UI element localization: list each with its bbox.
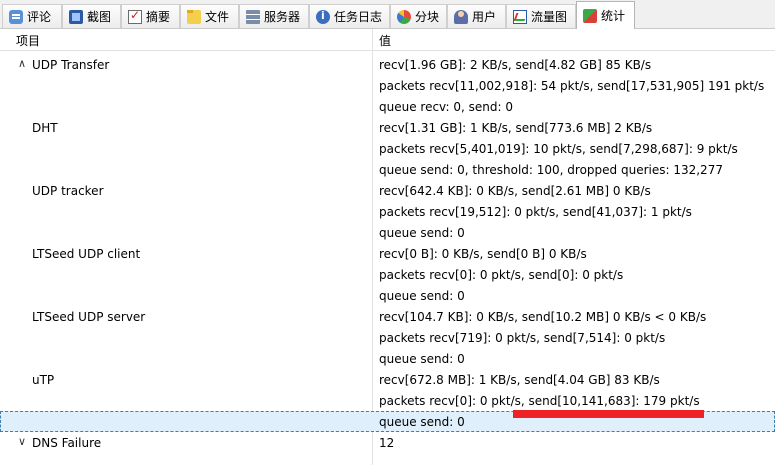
row-item: DNS Failure bbox=[32, 436, 102, 450]
tab-label: 评论 bbox=[27, 10, 52, 24]
row-value: recv[642.4 KB]: 0 KB/s, send[2.61 MB] 0 … bbox=[379, 184, 651, 198]
stats-icon bbox=[583, 8, 597, 23]
table-row[interactable]: LTSeed UDP client recv[0 B]: 0 KB/s, sen… bbox=[0, 243, 775, 264]
row-value: recv[104.7 KB]: 0 KB/s, send[10.2 MB] 0 … bbox=[379, 310, 707, 324]
row-item: DHT bbox=[32, 121, 58, 135]
row-value: packets recv[19,512]: 0 pkt/s, send[41,0… bbox=[379, 205, 692, 219]
row-value: packets recv[11,002,918]: 54 pkt/s, send… bbox=[379, 79, 765, 93]
graph-icon bbox=[513, 9, 527, 24]
tab-bar: 评论 截图 摘要 文件 服务器 任务日志 分块 用户 流量图 统计 bbox=[0, 0, 775, 29]
expand-arrow-icon[interactable]: ∨ bbox=[16, 435, 28, 449]
tab-task-log[interactable]: 任务日志 bbox=[309, 4, 390, 28]
table-row[interactable]: packets recv[0]: 0 pkt/s, send[10,141,68… bbox=[0, 390, 775, 411]
row-value: packets recv[719]: 0 pkt/s, send[7,514]:… bbox=[379, 331, 666, 345]
log-icon bbox=[316, 9, 330, 24]
table-row[interactable]: queue send: 0 bbox=[0, 285, 775, 306]
table-row[interactable]: ∨ DNS Failure 12 bbox=[0, 432, 775, 453]
row-value: recv[1.31 GB]: 1 KB/s, send[773.6 MB] 2 … bbox=[379, 121, 653, 135]
table-row[interactable]: ∧ UDP Transfer recv[1.96 GB]: 2 KB/s, se… bbox=[0, 54, 775, 75]
tab-label: 服务器 bbox=[264, 10, 301, 24]
row-value: packets recv[5,401,019]: 10 pkt/s, send[… bbox=[379, 142, 738, 156]
table-row[interactable]: packets recv[0]: 0 pkt/s, send[0]: 0 pkt… bbox=[0, 264, 775, 285]
red-highlight-mark bbox=[513, 410, 704, 418]
row-item: uTP bbox=[32, 373, 55, 387]
row-value: queue send: 0 bbox=[379, 415, 465, 429]
tab-files[interactable]: 文件 bbox=[180, 4, 239, 28]
tab-screenshots[interactable]: 截图 bbox=[62, 4, 121, 28]
row-item: UDP Transfer bbox=[32, 58, 110, 72]
collapse-arrow-icon[interactable]: ∧ bbox=[16, 57, 28, 71]
tab-label: 摘要 bbox=[146, 10, 171, 24]
row-value: queue send: 0, threshold: 100, dropped q… bbox=[379, 163, 723, 177]
table-row[interactable]: packets recv[719]: 0 pkt/s, send[7,514]:… bbox=[0, 327, 775, 348]
tab-statistics[interactable]: 统计 bbox=[576, 1, 635, 29]
tab-label: 统计 bbox=[601, 9, 626, 23]
table-row[interactable]: LTSeed UDP server recv[104.7 KB]: 0 KB/s… bbox=[0, 306, 775, 327]
tab-label: 用户 bbox=[472, 10, 497, 24]
users-icon bbox=[454, 9, 468, 24]
comment-icon bbox=[9, 9, 23, 24]
row-item: UDP tracker bbox=[32, 184, 104, 198]
tab-label: 流量图 bbox=[531, 10, 568, 24]
pieces-icon bbox=[397, 9, 411, 24]
table-row[interactable]: packets recv[5,401,019]: 10 pkt/s, send[… bbox=[0, 138, 775, 159]
tab-pieces[interactable]: 分块 bbox=[390, 4, 447, 28]
table-row[interactable]: DHT recv[1.31 GB]: 1 KB/s, send[773.6 MB… bbox=[0, 117, 775, 138]
table-row[interactable]: uTP recv[672.8 MB]: 1 KB/s, send[4.04 GB… bbox=[0, 369, 775, 390]
row-value: recv[672.8 MB]: 1 KB/s, send[4.04 GB] 83… bbox=[379, 373, 660, 387]
table-row[interactable]: packets recv[19,512]: 0 pkt/s, send[41,0… bbox=[0, 201, 775, 222]
table-row[interactable]: queue recv: 0, send: 0 bbox=[0, 96, 775, 117]
row-value: recv[0 B]: 0 KB/s, send[0 B] 0 KB/s bbox=[379, 247, 587, 261]
tab-users[interactable]: 用户 bbox=[447, 4, 506, 28]
table-row[interactable]: packets recv[11,002,918]: 54 pkt/s, send… bbox=[0, 75, 775, 96]
statistics-table: 项目 值 ∧ UDP Transfer recv[1.96 GB]: 2 KB/… bbox=[0, 29, 775, 465]
tab-summary[interactable]: 摘要 bbox=[121, 4, 180, 28]
table-row[interactable]: queue send: 0, threshold: 100, dropped q… bbox=[0, 159, 775, 180]
files-icon bbox=[187, 9, 201, 24]
tab-label: 文件 bbox=[205, 10, 230, 24]
row-value: recv[1.96 GB]: 2 KB/s, send[4.82 GB] 85 … bbox=[379, 58, 652, 72]
tab-traffic-graph[interactable]: 流量图 bbox=[506, 4, 576, 28]
row-value: packets recv[0]: 0 pkt/s, send[10,141,68… bbox=[379, 394, 700, 408]
tab-label: 截图 bbox=[87, 10, 112, 24]
tab-label: 分块 bbox=[415, 10, 440, 24]
row-value: packets recv[0]: 0 pkt/s, send[0]: 0 pkt… bbox=[379, 268, 624, 282]
servers-icon bbox=[246, 9, 260, 24]
tab-servers[interactable]: 服务器 bbox=[239, 4, 309, 28]
row-value: queue send: 0 bbox=[379, 226, 465, 240]
column-header-item[interactable]: 项目 bbox=[16, 32, 40, 49]
row-value: queue recv: 0, send: 0 bbox=[379, 100, 513, 114]
table-row[interactable]: queue send: 0 bbox=[0, 222, 775, 243]
table-header: 项目 值 bbox=[0, 29, 775, 51]
table-row[interactable]: UDP tracker recv[642.4 KB]: 0 KB/s, send… bbox=[0, 180, 775, 201]
column-header-value[interactable]: 值 bbox=[379, 32, 391, 49]
screenshot-icon bbox=[69, 9, 83, 24]
summary-icon bbox=[128, 8, 142, 24]
row-value: 12 bbox=[379, 436, 395, 450]
tab-comments[interactable]: 评论 bbox=[2, 4, 62, 28]
row-value: queue send: 0 bbox=[379, 352, 465, 366]
row-item: LTSeed UDP client bbox=[32, 247, 141, 261]
tab-label: 任务日志 bbox=[334, 10, 383, 24]
row-item: LTSeed UDP server bbox=[32, 310, 146, 324]
table-row[interactable]: queue send: 0 bbox=[0, 348, 775, 369]
row-value: queue send: 0 bbox=[379, 289, 465, 303]
